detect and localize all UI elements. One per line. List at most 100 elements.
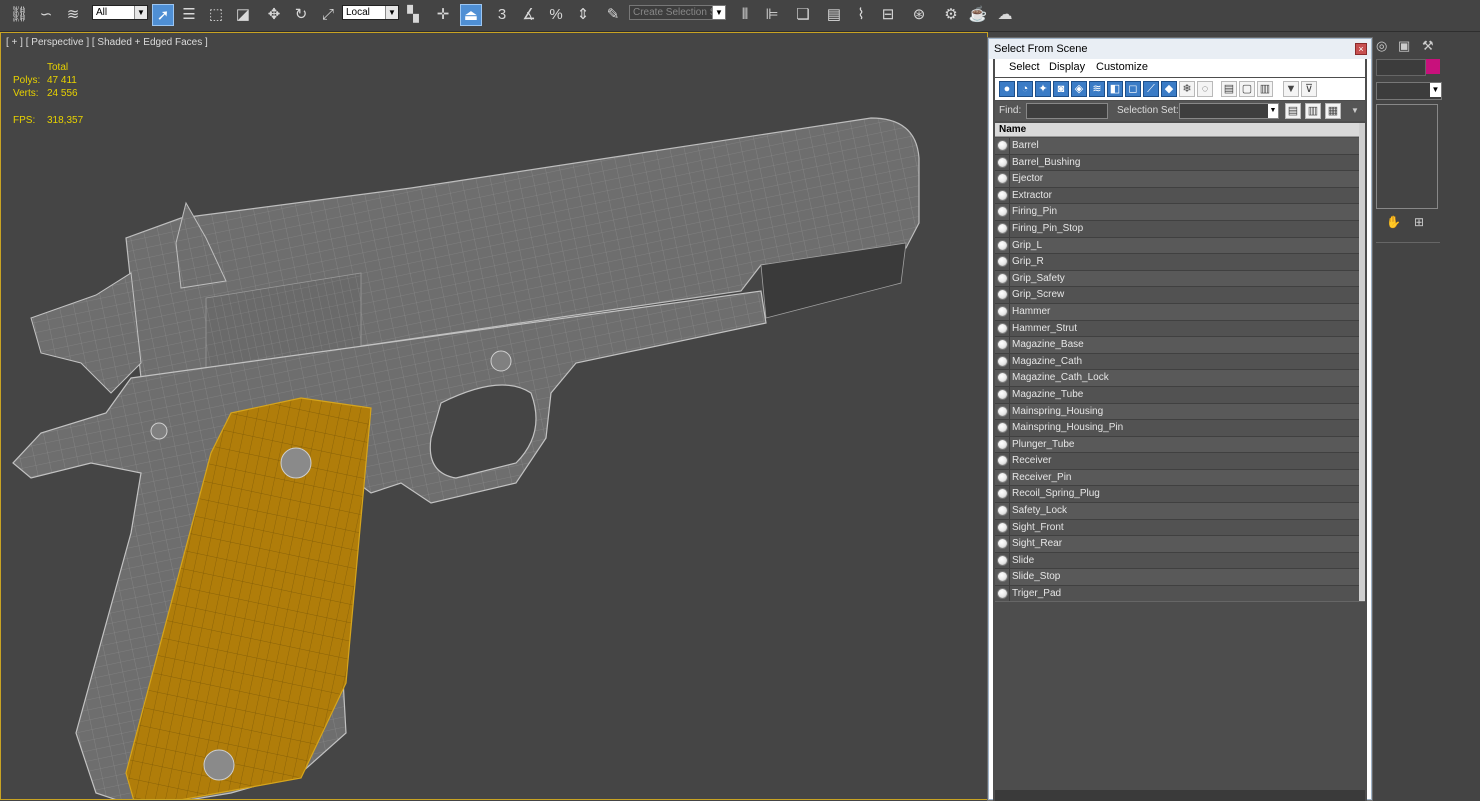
select-by-name-icon[interactable]: ☰ — [178, 4, 200, 26]
curve-editor-icon[interactable]: ⌇ — [850, 4, 872, 26]
object-color-swatch[interactable] — [1426, 59, 1440, 74]
list-item[interactable]: Slide_Stop — [995, 569, 1359, 587]
rendered-frame-icon[interactable]: ☕ — [967, 4, 989, 26]
display-groups-icon[interactable]: ◧ — [1107, 81, 1123, 97]
display-hidden-icon[interactable]: ◌ — [1197, 81, 1213, 97]
spinner-snap-icon[interactable]: ⇕ — [572, 4, 594, 26]
keyboard-shortcut-icon[interactable]: ⏏ — [460, 4, 482, 26]
modifier-list-combo[interactable]: ▼ — [1376, 82, 1442, 100]
mirror-icon[interactable]: ⫴ — [734, 4, 756, 26]
display-tab-icon[interactable]: ◎ — [1376, 38, 1387, 54]
list-item[interactable]: Magazine_Base — [995, 337, 1359, 354]
selection-set-combo[interactable]: ▼ — [1179, 103, 1279, 119]
dialog-title[interactable]: Select From Scene — [989, 39, 1371, 59]
menu-select[interactable]: Select — [1009, 61, 1040, 73]
schematic-view-icon[interactable]: ⊟ — [877, 4, 899, 26]
unlink-icon[interactable]: ∽ — [35, 4, 57, 26]
snaps-toggle-icon[interactable]: 3 — [491, 4, 513, 26]
display-lights-icon[interactable]: ✦ — [1035, 81, 1051, 97]
align-icon[interactable]: ⊫ — [761, 4, 783, 26]
display-geometry-icon[interactable]: ● — [999, 81, 1015, 97]
reference-coord-combo[interactable]: Local ▼ — [342, 5, 399, 20]
list-item[interactable]: Grip_Safety — [995, 270, 1359, 288]
list-item[interactable]: Magazine_Cath_Lock — [995, 370, 1359, 387]
motion-tab-icon[interactable]: ▣ — [1398, 38, 1410, 54]
list-item[interactable]: Safety_Lock — [995, 503, 1359, 520]
display-cameras-icon[interactable]: ◙ — [1053, 81, 1069, 97]
list-item[interactable]: Plunger_Tube — [995, 436, 1359, 454]
rect-region-icon[interactable]: ⬚ — [205, 4, 227, 26]
filter-icon[interactable]: ▼ — [1283, 81, 1299, 97]
list-item[interactable]: Grip_R — [995, 254, 1359, 271]
list-scrollbar[interactable] — [1359, 123, 1365, 601]
utilities-tab-icon[interactable]: ⚒ — [1422, 38, 1434, 54]
select-all-icon[interactable]: ▤ — [1221, 81, 1237, 97]
pin-stack-icon[interactable]: ✋ — [1386, 215, 1401, 229]
menu-customize[interactable]: Customize — [1096, 61, 1148, 73]
list-item[interactable]: Sight_Rear — [995, 536, 1359, 553]
object-name: Hammer_Strut — [1012, 322, 1078, 334]
select-object-icon[interactable]: ➚ — [152, 4, 174, 26]
layer-manager-icon[interactable]: ❏ — [792, 4, 814, 26]
list-item[interactable]: Grip_L — [995, 237, 1359, 255]
list-item[interactable]: Barrel — [995, 138, 1359, 155]
modifier-stack-list[interactable] — [1376, 104, 1438, 209]
list-item[interactable]: Hammer_Strut — [995, 320, 1359, 338]
list-item[interactable]: Receiver_Pin — [995, 469, 1359, 487]
percent-snap-icon[interactable]: % — [545, 4, 567, 26]
display-helpers-icon[interactable]: ◈ — [1071, 81, 1087, 97]
create-selection-set-icon[interactable]: ▤ — [1285, 103, 1301, 119]
scale-icon[interactable]: ⤢ — [317, 4, 339, 26]
display-bones-icon[interactable]: ⟋ — [1143, 81, 1159, 97]
close-button[interactable]: × — [1355, 43, 1367, 55]
render-icon[interactable]: ☁ — [994, 4, 1016, 26]
list-item[interactable]: Barrel_Bushing — [995, 154, 1359, 172]
display-shapes-icon[interactable]: ◔ — [1017, 81, 1033, 97]
display-containers-icon[interactable]: ◆ — [1161, 81, 1177, 97]
configure-sets-icon[interactable]: ⊞ — [1414, 215, 1424, 229]
named-selection-set-combo[interactable]: Create Selection Se ▼ — [629, 5, 726, 20]
column-header-name[interactable]: Name — [995, 123, 1359, 137]
list-item[interactable]: Mainspring_Housing_Pin — [995, 420, 1359, 437]
list-item[interactable]: Slide — [995, 552, 1359, 570]
list-item[interactable]: Ejector — [995, 171, 1359, 188]
material-editor-icon[interactable]: ⊛ — [908, 4, 930, 26]
bind-spacewarp-icon[interactable]: ≋ — [62, 4, 84, 26]
list-item[interactable]: Mainspring_Housing — [995, 403, 1359, 421]
scene-explorer-icon[interactable]: ▤ — [823, 4, 845, 26]
angle-snap-icon[interactable]: ∡ — [518, 4, 540, 26]
list-item[interactable]: Firing_Pin — [995, 204, 1359, 221]
select-invert-icon[interactable]: ▥ — [1257, 81, 1273, 97]
list-item[interactable]: Sight_Front — [995, 519, 1359, 537]
list-item[interactable]: Magazine_Tube — [995, 386, 1359, 404]
window-crossing-icon[interactable]: ◪ — [232, 4, 254, 26]
edit-named-selection-icon[interactable]: ✎ — [602, 4, 624, 26]
display-spacewarps-icon[interactable]: ≋ — [1089, 81, 1105, 97]
selection-filter-combo[interactable]: All ▼ — [92, 5, 148, 20]
list-item[interactable]: Grip_Screw — [995, 287, 1359, 304]
pistol-model[interactable] — [1, 33, 987, 799]
object-name-field[interactable] — [1376, 59, 1426, 76]
find-input[interactable] — [1026, 103, 1108, 119]
move-icon[interactable]: ✥ — [263, 4, 285, 26]
display-frozen-icon[interactable]: ❄ — [1179, 81, 1195, 97]
add-to-selection-set-icon[interactable]: ▥ — [1305, 103, 1321, 119]
link-icon[interactable]: ⛓ — [8, 4, 30, 26]
list-item[interactable]: Receiver — [995, 453, 1359, 470]
list-item[interactable]: Firing_Pin_Stop — [995, 220, 1359, 238]
rotate-icon[interactable]: ↻ — [290, 4, 312, 26]
list-item[interactable]: Magazine_Cath — [995, 353, 1359, 371]
remove-from-selection-set-icon[interactable]: ▦ — [1325, 103, 1341, 119]
render-setup-icon[interactable]: ⚙ — [940, 4, 962, 26]
display-xrefs-icon[interactable]: ◻ — [1125, 81, 1141, 97]
pivot-icon[interactable]: ▚ — [402, 4, 424, 26]
select-none-icon[interactable]: ▢ — [1239, 81, 1255, 97]
list-item[interactable]: Extractor — [995, 187, 1359, 205]
menu-display[interactable]: Display — [1049, 61, 1085, 73]
filter-settings-icon[interactable]: ⊽ — [1301, 81, 1317, 97]
list-item[interactable]: Hammer — [995, 303, 1359, 321]
select-manipulate-icon[interactable]: ✛ — [432, 4, 454, 26]
perspective-viewport[interactable]: [ + ] [ Perspective ] [ Shaded + Edged F… — [0, 32, 988, 800]
list-item[interactable]: Recoil_Spring_Plug — [995, 486, 1359, 504]
find-options-chevron-icon[interactable]: ▼ — [1351, 106, 1359, 115]
